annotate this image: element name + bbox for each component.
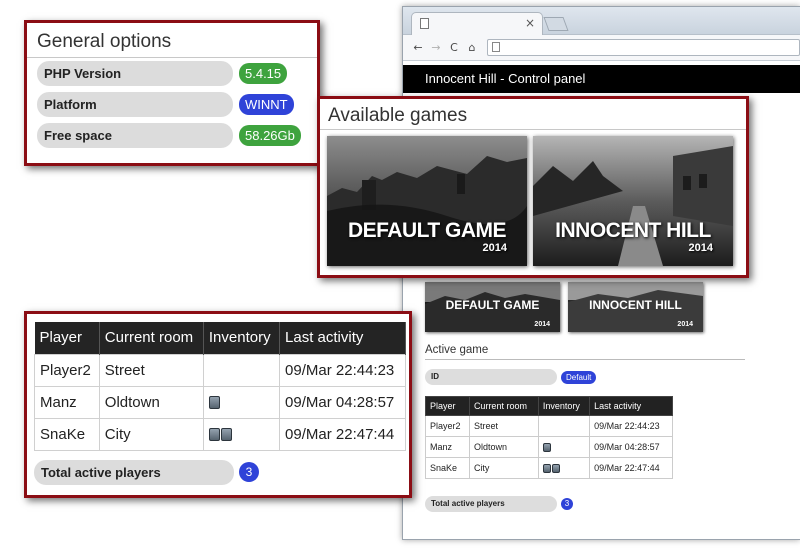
table-row: SnaKe City 09/Mar 22:47:44 — [34, 417, 406, 451]
player-last-activity: 09/Mar 22:47:44 — [589, 457, 673, 479]
option-row-php-version: PHP Version 5.4.15 — [27, 58, 317, 89]
available-games-panel: Available games DEFAULT GAME 2014 INNOCE… — [317, 96, 749, 278]
player-inventory — [537, 457, 591, 479]
player-inventory — [537, 415, 591, 437]
total-players-label: Total active players — [34, 459, 234, 485]
inventory-item-icon[interactable] — [208, 396, 220, 410]
total-players-badge: 3 — [239, 462, 259, 482]
back-icon[interactable]: ← — [411, 41, 425, 54]
active-game-id-label: ID — [425, 369, 557, 385]
browser-tab-strip: × — [403, 7, 800, 35]
total-players-badge: 3 — [561, 498, 573, 510]
player-room: City — [98, 417, 204, 451]
player-last-activity: 09/Mar 22:44:23 — [589, 415, 673, 437]
game-card-innocent-hill-year: 2014 — [688, 242, 713, 254]
table-row: Manz Oldtown 09/Mar 04:28:57 — [34, 385, 406, 419]
player-last-activity: 09/Mar 22:44:23 — [279, 353, 406, 387]
column-header-last-activity: Last activity — [279, 322, 406, 354]
player-name: SnaKe — [34, 417, 100, 451]
player-name: Player2 — [425, 415, 470, 437]
player-inventory — [202, 353, 281, 387]
home-icon[interactable]: ⌂ — [465, 41, 479, 54]
game-thumb-innocent-hill-year: 2014 — [677, 321, 693, 328]
inventory-item-icon[interactable] — [542, 464, 551, 474]
option-row-platform: Platform WINNT — [27, 89, 317, 120]
player-room: Street — [98, 353, 204, 387]
option-label: Platform — [37, 92, 233, 117]
address-bar[interactable] — [487, 39, 800, 56]
option-label: PHP Version — [37, 61, 233, 86]
total-players-row: Total active players 3 — [34, 459, 409, 485]
player-last-activity: 09/Mar 04:28:57 — [279, 385, 406, 419]
column-header: Current room — [468, 396, 539, 416]
forward-icon[interactable]: → — [429, 41, 443, 54]
player-inventory — [202, 385, 281, 419]
app-header-title: Innocent Hill - Control panel — [403, 65, 800, 93]
option-label: Free space — [37, 123, 233, 148]
game-thumb-innocent-hill[interactable]: INNOCENT HILL 2014 — [568, 282, 703, 332]
inventory-item-icon[interactable] — [551, 464, 560, 474]
player-last-activity: 09/Mar 04:28:57 — [589, 436, 673, 458]
game-thumbnails-small: DEFAULT GAME 2014 INNOCENT HILL 2014 — [425, 282, 703, 332]
player-last-activity: 09/Mar 22:47:44 — [279, 417, 406, 451]
active-game-heading: Active game — [425, 344, 745, 360]
player-inventory — [537, 436, 591, 458]
table-row: Manz Oldtown 09/Mar 04:28:57 — [425, 436, 673, 458]
player-name: Player2 — [34, 353, 100, 387]
inventory-item-icon[interactable] — [208, 428, 220, 442]
page-icon — [492, 42, 500, 52]
column-header-player: Player — [34, 322, 100, 354]
game-thumb-default-title: DEFAULT GAME — [445, 298, 540, 312]
players-table-small: Player Current room Inventory Last activ… — [425, 396, 673, 479]
option-value-badge: WINNT — [239, 94, 294, 115]
active-game-id-row: ID Default — [425, 369, 597, 385]
table-row: Player2 Street 09/Mar 22:44:23 — [34, 353, 406, 387]
game-thumb-default-year: 2014 — [534, 321, 550, 328]
player-name: Manz — [34, 385, 100, 419]
total-players-label: Total active players — [425, 496, 557, 512]
active-players-panel: Player Current room Inventory Last activ… — [24, 311, 412, 498]
column-header: Player — [425, 396, 470, 416]
option-value-badge: 58.26Gb — [239, 125, 301, 146]
column-header-room: Current room — [99, 322, 204, 354]
table-row: SnaKe City 09/Mar 22:47:44 — [425, 457, 673, 479]
player-room: City — [468, 457, 539, 479]
reload-icon[interactable]: C — [447, 41, 461, 54]
active-game-id-badge: Default — [561, 370, 597, 384]
new-tab-button[interactable] — [543, 17, 569, 31]
available-games-title: Available games — [320, 99, 746, 130]
player-inventory — [202, 417, 281, 451]
column-header: Inventory — [537, 396, 591, 416]
player-name: Manz — [425, 436, 470, 458]
players-table: Player Current room Inventory Last activ… — [34, 322, 406, 451]
general-options-panel: General options PHP Version 5.4.15 Platf… — [24, 20, 320, 166]
option-row-free-space: Free space 58.26Gb — [27, 120, 317, 151]
option-value-badge: 5.4.15 — [239, 63, 288, 84]
total-players-row-small: Total active players 3 — [425, 496, 573, 512]
inventory-item-icon[interactable] — [542, 443, 551, 453]
game-cards: DEFAULT GAME 2014 INNOCENT HILL 2014 — [320, 130, 746, 266]
browser-toolbar: ← → C ⌂ — [403, 35, 800, 61]
game-card-default-title: DEFAULT GAME — [347, 219, 507, 242]
column-header: Last activity — [589, 396, 673, 416]
player-room: Oldtown — [98, 385, 204, 419]
game-card-default[interactable]: DEFAULT GAME 2014 — [327, 136, 527, 266]
game-card-innocent-hill-title: INNOCENT HILL — [555, 219, 711, 242]
general-options-title: General options — [27, 23, 317, 58]
close-icon[interactable]: × — [525, 16, 535, 30]
game-thumb-default[interactable]: DEFAULT GAME 2014 — [425, 282, 560, 332]
game-card-innocent-hill[interactable]: INNOCENT HILL 2014 — [533, 136, 733, 266]
game-thumb-innocent-hill-title: INNOCENT HILL — [589, 298, 682, 312]
column-header-inventory: Inventory — [203, 322, 281, 354]
table-row: Player2 Street 09/Mar 22:44:23 — [425, 415, 673, 437]
player-room: Oldtown — [468, 436, 539, 458]
page-icon — [420, 18, 429, 29]
inventory-item-icon[interactable] — [220, 428, 232, 442]
browser-tab[interactable]: × — [411, 12, 543, 35]
player-name: SnaKe — [425, 457, 470, 479]
player-room: Street — [468, 415, 539, 437]
game-card-default-year: 2014 — [482, 242, 507, 254]
